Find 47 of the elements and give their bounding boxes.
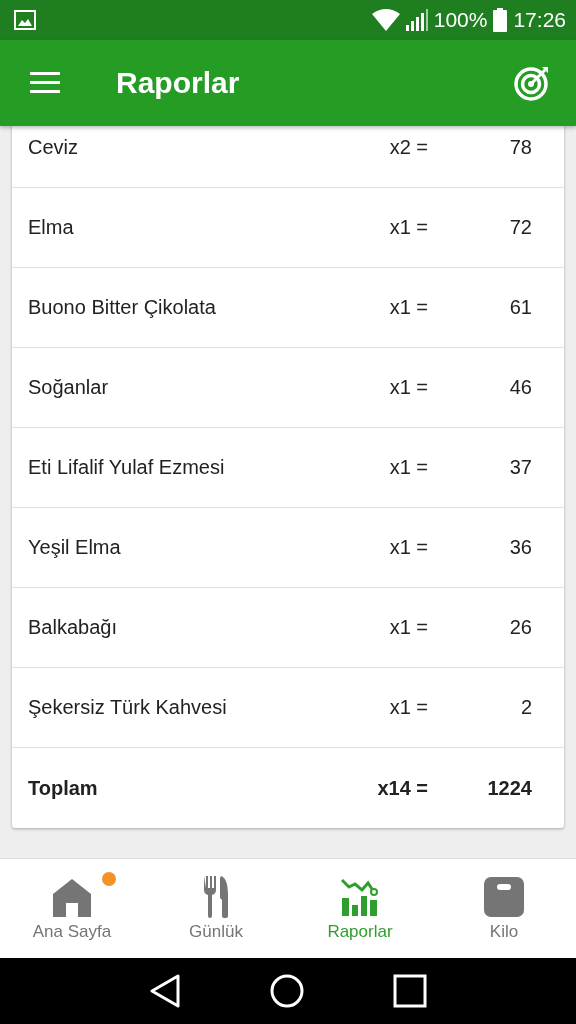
calories: 37 — [508, 456, 532, 479]
food-name: Elma — [28, 216, 75, 239]
nav-tab[interactable]: Günlük — [144, 859, 288, 958]
quantity: x1 = — [388, 216, 428, 239]
food-name: Şekersiz Türk Kahvesi — [28, 696, 228, 719]
quantity: x1 = — [388, 616, 428, 639]
home-icon[interactable] — [270, 974, 304, 1008]
calories: 36 — [508, 536, 532, 559]
house-icon — [52, 876, 92, 917]
food-name: Soğanlar — [28, 376, 110, 399]
menu-icon[interactable] — [30, 72, 60, 94]
quantity: x2 = — [388, 136, 428, 159]
quantity: x1 = — [388, 376, 428, 399]
battery-icon — [493, 8, 508, 32]
back-icon[interactable] — [148, 974, 181, 1008]
quantity: x1 = — [388, 456, 428, 479]
food-name: Buono Bitter Çikolata — [28, 296, 217, 319]
food-name: Eti Lifalif Yulaf Ezmesi — [28, 456, 226, 479]
wifi-icon — [371, 9, 400, 31]
signal-icon — [405, 9, 428, 31]
scale-icon — [484, 876, 524, 917]
calories: 61 — [508, 296, 532, 319]
nav-tab[interactable]: Raporlar — [288, 859, 432, 958]
food-name: Balkabağı — [28, 616, 118, 639]
nav-tab[interactable]: Kilo — [432, 859, 576, 958]
screen-title: Raporlar — [116, 66, 241, 100]
image-icon — [14, 10, 36, 30]
calories: 2 — [519, 696, 532, 719]
fork-knife-icon — [203, 875, 229, 918]
calories: 72 — [508, 216, 532, 239]
calories: 26 — [508, 616, 532, 639]
chart-icon — [340, 877, 380, 916]
overview-icon[interactable] — [393, 974, 428, 1008]
clock: 17:26 — [513, 8, 566, 32]
total-quantity: x14 = — [376, 776, 428, 800]
quantity: x1 = — [388, 536, 428, 559]
target-icon[interactable] — [514, 65, 550, 101]
battery-percentage: 100% — [433, 8, 488, 32]
calories: 78 — [508, 136, 532, 159]
food-name: Ceviz — [28, 136, 79, 159]
food-name: Yeşil Elma — [28, 536, 122, 559]
total-label: Toplam — [28, 776, 99, 800]
quantity: x1 = — [388, 696, 428, 719]
total-calories: 1224 — [486, 776, 532, 800]
calories: 46 — [508, 376, 532, 399]
quantity: x1 = — [388, 296, 428, 319]
nav-tab[interactable]: Ana Sayfa — [0, 859, 144, 958]
